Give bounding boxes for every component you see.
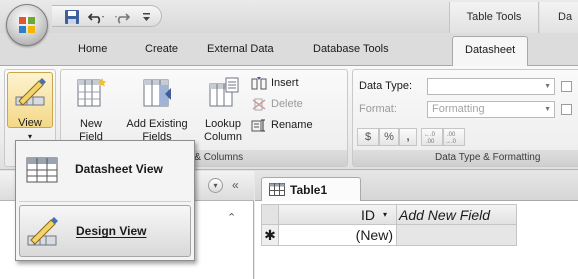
- data-type-formatting-group-label: Data Type & Formatting: [353, 150, 578, 166]
- column-header-add-new-field-label: Add New Field: [399, 207, 491, 223]
- delete-column-icon: [252, 98, 266, 111]
- column-header-add-new-field[interactable]: Add New Field: [397, 204, 517, 225]
- delete-button[interactable]: Delete: [251, 97, 303, 111]
- quick-access-toolbar: [52, 5, 162, 27]
- decrease-decimals-button[interactable]: .00 →.0: [443, 128, 465, 146]
- add-existing-fields-button[interactable]: Add Existing Fields: [123, 76, 191, 144]
- redo-icon[interactable]: [114, 9, 132, 25]
- menu-separator: [19, 201, 191, 202]
- title-bar: Table Tools Da: [0, 0, 578, 33]
- nav-collapse-button[interactable]: «: [232, 178, 239, 192]
- add-existing-fields-icon: [143, 79, 171, 107]
- increase-decimals-icon: ←.0.00: [424, 132, 436, 145]
- menu-item-design-view[interactable]: Design View: [19, 205, 191, 257]
- decrease-decimals-icon: .00→.0: [445, 132, 457, 145]
- tab-database-tools[interactable]: Database Tools: [313, 43, 389, 55]
- view-dropdown-menu: Datasheet View Design View: [15, 140, 195, 261]
- unique-checkbox[interactable]: [561, 81, 572, 92]
- view-button-label: View: [18, 117, 42, 129]
- lookup-column-icon: [209, 77, 239, 107]
- format-value: Formatting: [432, 103, 485, 115]
- menu-item-datasheet-view[interactable]: Datasheet View: [19, 144, 191, 196]
- rename-button[interactable]: Rename: [251, 118, 313, 132]
- view-button[interactable]: View ▾: [7, 72, 53, 141]
- comma-format-button[interactable]: ,: [399, 128, 417, 146]
- rename-label: Rename: [271, 119, 313, 131]
- save-icon[interactable]: [64, 9, 80, 25]
- design-view-icon: [27, 217, 58, 246]
- cell-id-new[interactable]: (New): [279, 225, 397, 246]
- svg-text:.00: .00: [426, 139, 435, 145]
- lookup-column-button[interactable]: Lookup Column: [201, 76, 245, 144]
- lookup-column-label-1: Lookup: [204, 118, 242, 130]
- table-icon: [269, 183, 285, 196]
- add-existing-fields-label-1: Add Existing: [126, 118, 188, 130]
- office-button[interactable]: [6, 4, 48, 46]
- datasheet-view-icon: [26, 157, 58, 183]
- column-header-id[interactable]: ID ▾: [279, 204, 397, 225]
- document-tab-bar: Table1: [255, 171, 578, 201]
- insert-label: Insert: [271, 77, 299, 89]
- increase-decimals-button[interactable]: ←.0.00: [421, 128, 443, 146]
- currency-format-button[interactable]: $: [357, 128, 379, 146]
- menu-item-datasheet-view-label: Datasheet View: [75, 162, 163, 176]
- lookup-column-label-2: Column: [204, 131, 242, 143]
- insert-button[interactable]: Insert: [251, 76, 299, 90]
- tab-home[interactable]: Home: [78, 43, 107, 55]
- new-field-button[interactable]: New Field: [73, 76, 109, 144]
- insert-column-icon: [251, 77, 267, 90]
- required-checkbox[interactable]: [561, 104, 572, 115]
- format-label: Format:: [359, 103, 397, 115]
- document-tab-table1[interactable]: Table1: [261, 177, 361, 201]
- nav-dropdown-button[interactable]: ▾: [208, 178, 223, 193]
- data-type-formatting-group: Data Type: ▼ Format: Formatting ▼ $ % , …: [352, 69, 578, 167]
- delete-label: Delete: [271, 98, 303, 110]
- datasheet-grid: ID ▾ Add New Field ✱ (New): [255, 201, 578, 279]
- context-tab-group-label-2: Da: [540, 2, 578, 33]
- data-type-dropdown[interactable]: ▼: [427, 78, 555, 95]
- data-type-label: Data Type:: [359, 80, 412, 92]
- chevron-up-icon[interactable]: ⌃: [227, 211, 236, 224]
- format-dropdown[interactable]: Formatting ▼: [427, 101, 555, 118]
- document-tab-label: Table1: [290, 183, 328, 197]
- context-tab-group-label: Table Tools: [449, 2, 539, 33]
- tab-create[interactable]: Create: [145, 43, 178, 55]
- tab-external-data[interactable]: External Data: [207, 43, 274, 55]
- svg-text:←.0: ←.0: [424, 132, 436, 138]
- cell-add-new-field[interactable]: [397, 225, 517, 246]
- customize-arrow-icon[interactable]: [142, 9, 152, 25]
- percent-format-button[interactable]: %: [379, 128, 399, 146]
- office-logo-icon: [19, 17, 35, 33]
- rename-column-icon: [251, 119, 265, 132]
- select-all-corner[interactable]: [261, 204, 279, 225]
- new-field-label-1: New: [79, 118, 102, 130]
- sort-dropdown-icon[interactable]: ▾: [383, 205, 387, 225]
- undo-icon[interactable]: [88, 9, 106, 25]
- menu-item-design-view-label: Design View: [76, 224, 147, 238]
- svg-text:.00: .00: [447, 132, 456, 138]
- ribbon-tab-row: Home Create External Data Database Tools…: [0, 33, 578, 67]
- column-header-id-label: ID: [361, 207, 375, 223]
- design-view-icon: [15, 78, 46, 106]
- svg-text:→.0: →.0: [445, 139, 457, 145]
- chevron-down-icon: ▼: [544, 83, 551, 90]
- new-record-selector[interactable]: ✱: [261, 225, 279, 246]
- new-field-icon: [77, 78, 107, 107]
- chevron-down-icon: ▼: [544, 106, 551, 113]
- tab-datasheet[interactable]: Datasheet: [452, 36, 529, 67]
